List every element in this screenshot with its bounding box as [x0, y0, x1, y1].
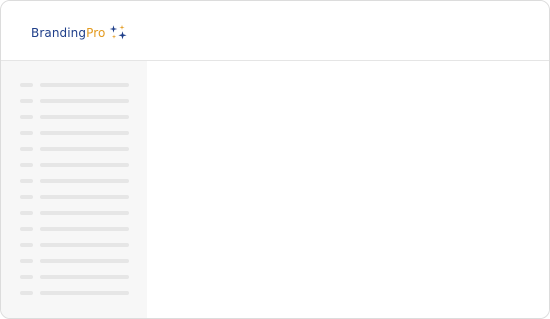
sidebar-skeleton-row [20, 163, 130, 167]
sidebar-skeleton-row [20, 147, 130, 151]
skeleton-icon-bar [20, 179, 33, 183]
skeleton-icon-bar [20, 211, 33, 215]
sidebar-skeleton-row [20, 99, 130, 103]
sidebar-skeleton-row [20, 115, 130, 119]
skeleton-label-bar [40, 243, 129, 247]
main-content-area [147, 61, 549, 318]
skeleton-label-bar [40, 147, 129, 151]
sidebar-placeholder [1, 61, 147, 318]
skeleton-icon-bar [20, 195, 33, 199]
app-window: BrandingPro [0, 0, 550, 319]
branding-logo[interactable]: BrandingPro [31, 24, 128, 42]
skeleton-icon-bar [20, 243, 33, 247]
skeleton-icon-bar [20, 115, 33, 119]
skeleton-icon-bar [20, 227, 33, 231]
sidebar-skeleton-row [20, 275, 130, 279]
sidebar-skeleton-row [20, 131, 130, 135]
brand-name-part1: Branding [31, 26, 87, 40]
skeleton-label-bar [40, 115, 129, 119]
sidebar-skeleton-row [20, 243, 130, 247]
skeleton-icon-bar [20, 99, 33, 103]
sidebar-skeleton-row [20, 83, 130, 87]
brand-name-part2: Pro [86, 26, 106, 40]
skeleton-label-bar [40, 195, 129, 199]
skeleton-label-bar [40, 211, 129, 215]
skeleton-icon-bar [20, 259, 33, 263]
sparkle-bottom-left [112, 34, 117, 39]
skeleton-icon-bar [20, 83, 33, 87]
skeleton-label-bar [40, 291, 129, 295]
skeleton-label-bar [40, 131, 129, 135]
sparkle-top-right [119, 24, 126, 30]
skeleton-icon-bar [20, 163, 33, 167]
sidebar-skeleton-row [20, 259, 130, 263]
skeleton-icon-bar [20, 131, 33, 135]
skeleton-label-bar [40, 163, 129, 167]
skeleton-icon-bar [20, 275, 33, 279]
brand-wordmark: BrandingPro [31, 24, 105, 42]
skeleton-label-bar [40, 275, 129, 279]
skeleton-icon-bar [20, 291, 33, 295]
sidebar-skeleton-row [20, 179, 130, 183]
skeleton-label-bar [40, 83, 129, 87]
skeleton-icon-bar [20, 147, 33, 151]
sidebar-skeleton-row [20, 291, 130, 295]
skeleton-label-bar [40, 227, 129, 231]
sidebar-skeleton-row [20, 227, 130, 231]
sidebar-skeleton-list [20, 83, 130, 307]
sidebar-skeleton-row [20, 211, 130, 215]
sparkle-bottom-right [118, 30, 128, 39]
skeleton-label-bar [40, 259, 129, 263]
skeleton-label-bar [40, 179, 129, 183]
sparkle-top-left [110, 24, 118, 33]
sidebar-skeleton-row [20, 195, 130, 199]
top-header: BrandingPro [1, 1, 549, 61]
sparkles-icon [110, 24, 128, 39]
skeleton-label-bar [40, 99, 129, 103]
